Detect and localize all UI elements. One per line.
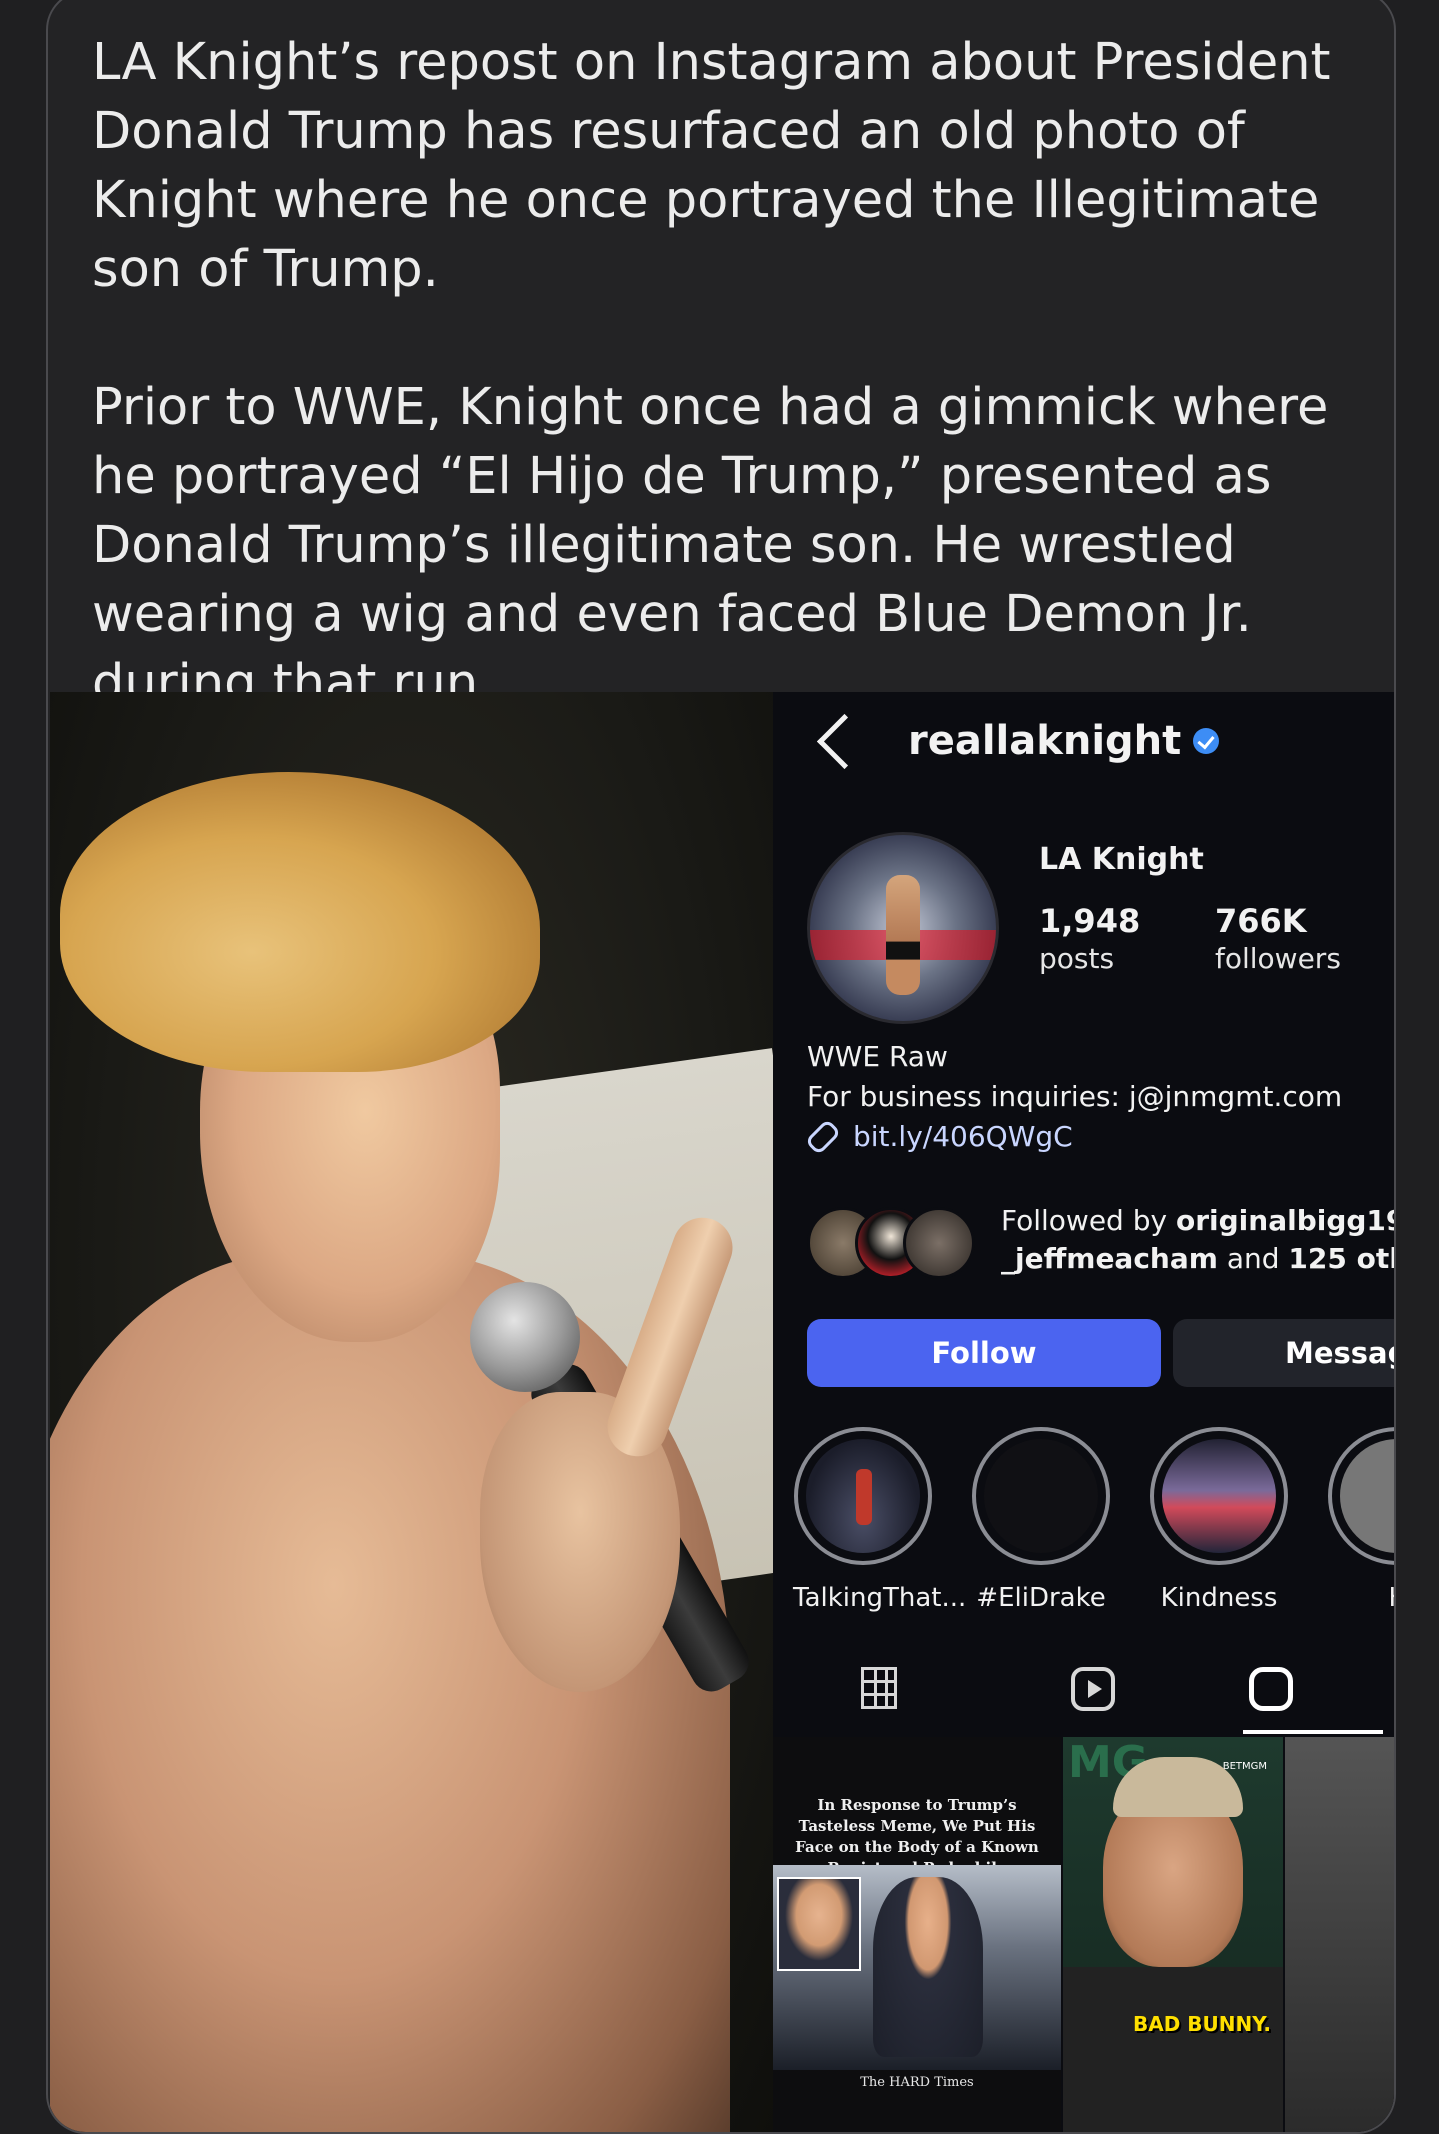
highlight-ring xyxy=(794,1427,932,1565)
post-thumbnail[interactable]: MG BETMGM BAD BUNNY. xyxy=(1063,1737,1283,2132)
highlight-label: TalkingThat... xyxy=(793,1583,967,1613)
highlight-label: #EliDrake xyxy=(976,1583,1106,1613)
thumbnail-caption: BAD BUNNY. xyxy=(1133,2012,1272,2036)
wrestler-photo xyxy=(50,692,773,2132)
thumbnail-masthead: The HARD Times xyxy=(860,2075,974,2090)
grid-tab-icon[interactable] xyxy=(861,1667,897,1709)
thumbnail-person xyxy=(873,1877,983,2057)
avatar xyxy=(903,1207,975,1279)
active-tab-indicator xyxy=(1243,1730,1383,1734)
story-highlight[interactable]: TalkingThat... xyxy=(793,1427,967,1613)
followers-stat[interactable]: 766K followers xyxy=(1215,902,1341,975)
followed-by-others: 125 others xyxy=(1288,1242,1394,1275)
profile-bio: WWE Raw For business inquiries: j@jnmgmt… xyxy=(804,1037,1343,1157)
highlight-ring xyxy=(1328,1427,1394,1565)
verified-badge-icon xyxy=(1193,728,1220,754)
profile-header: reallaknight xyxy=(813,706,1220,776)
highlight-cover xyxy=(806,1439,920,1553)
reels-tab-icon[interactable] xyxy=(1071,1667,1115,1711)
highlight-label: Kindness xyxy=(1160,1583,1278,1613)
post-paragraph: LA Knight’s repost on Instagram about Pr… xyxy=(92,33,1331,299)
followed-by-user: _jeffmeacham xyxy=(1001,1242,1218,1275)
followed-by-prefix: Followed by xyxy=(1001,1204,1176,1237)
highlight-ring xyxy=(972,1427,1110,1565)
post-media[interactable]: reallaknight LA Knight 1,948 posts 766K … xyxy=(50,692,1394,2132)
posts-stat[interactable]: 1,948 posts xyxy=(1039,902,1140,975)
thumbnail-inset xyxy=(777,1877,861,1971)
thumbnail-brand: BETMGM xyxy=(1222,1761,1267,1772)
repost-tab-icon[interactable] xyxy=(1249,1667,1293,1711)
post-card: LA Knight’s repost on Instagram about Pr… xyxy=(46,0,1396,2134)
mutual-follower-avatars[interactable] xyxy=(807,1207,987,1279)
posts-label: posts xyxy=(1039,942,1115,975)
story-highlight[interactable]: K xyxy=(1327,1427,1394,1613)
post-thumbnail[interactable]: In Response to Trump’s Tasteless Meme, W… xyxy=(773,1737,1061,2132)
back-chevron-icon[interactable] xyxy=(816,713,873,769)
highlight-cover xyxy=(1340,1439,1394,1553)
bio-link[interactable]: bit.ly/406QWgC xyxy=(804,1117,1342,1157)
followed-by-text[interactable]: Followed by originalbigg198 _jeffmeacham… xyxy=(1001,1202,1394,1278)
instagram-profile-screenshot: reallaknight LA Knight 1,948 posts 766K … xyxy=(773,692,1394,2132)
message-button[interactable]: Message xyxy=(1173,1319,1394,1387)
followed-by-and: and xyxy=(1217,1242,1289,1275)
profile-username: reallaknight xyxy=(908,718,1182,764)
bio-line: WWE Raw xyxy=(807,1040,948,1073)
bio-line: For business inquiries: j@jnmgmt.com xyxy=(807,1080,1343,1113)
story-highlight[interactable]: Kindness xyxy=(1149,1427,1289,1613)
highlight-ring xyxy=(1150,1427,1288,1565)
story-highlight[interactable]: #EliDrake xyxy=(971,1427,1111,1613)
profile-avatar[interactable] xyxy=(807,832,999,1024)
profile-display-name: LA Knight xyxy=(1039,842,1204,877)
post-paragraph: Prior to WWE, Knight once had a gimmick … xyxy=(92,378,1329,713)
followers-label: followers xyxy=(1215,942,1341,975)
highlight-cover xyxy=(984,1439,1098,1553)
thumbnail-shirt xyxy=(1063,1967,1283,2132)
post-thumbnail[interactable] xyxy=(1285,1737,1394,2132)
posts-count: 1,948 xyxy=(1039,902,1141,940)
followed-by-user: originalbigg198 xyxy=(1175,1204,1394,1237)
highlight-label: K xyxy=(1327,1583,1394,1613)
follow-button[interactable]: Follow xyxy=(807,1319,1161,1387)
bio-link-text: bit.ly/406QWgC xyxy=(853,1120,1073,1153)
followers-count: 766K xyxy=(1215,902,1307,940)
highlight-cover xyxy=(1162,1439,1276,1553)
blonde-wig xyxy=(60,772,540,1072)
post-body: LA Knight’s repost on Instagram about Pr… xyxy=(92,28,1372,787)
wrestler-figure xyxy=(886,875,920,995)
microphone-icon xyxy=(470,1282,580,1392)
link-icon xyxy=(804,1118,842,1156)
